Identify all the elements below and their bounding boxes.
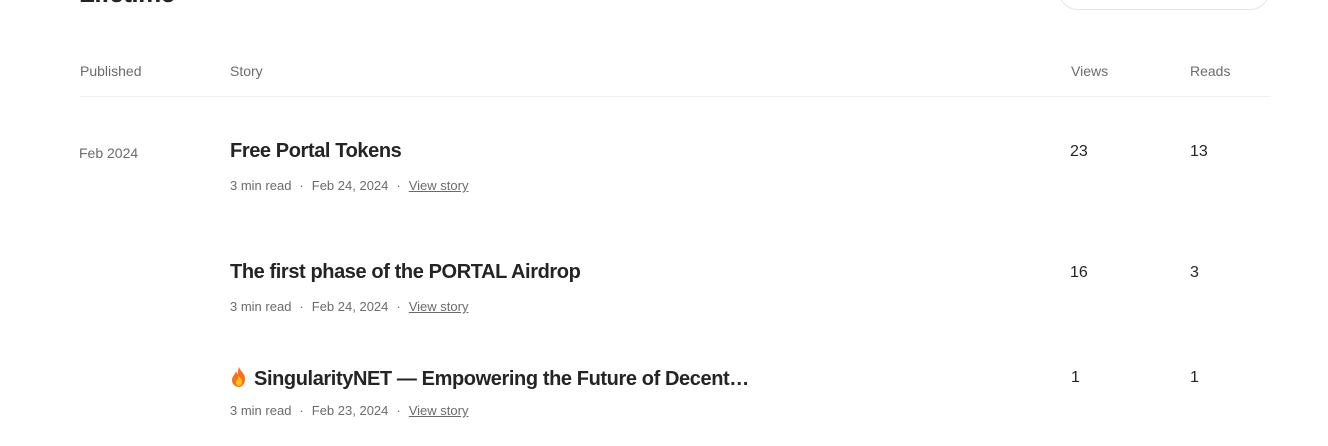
- period-selector[interactable]: [1058, 0, 1270, 10]
- page-title: Lifetime: [79, 0, 175, 9]
- read-time: 3 min read: [230, 178, 292, 193]
- fire-emoji-icon: [232, 367, 245, 387]
- published-month: Feb 2024: [79, 145, 139, 161]
- story-title[interactable]: The first phase of the PORTAL Airdrop: [230, 261, 581, 284]
- meta-separator: ·: [299, 403, 304, 418]
- story-meta: 3 min read · Feb 24, 2024 · View story: [230, 178, 468, 193]
- view-story-link[interactable]: View story: [409, 178, 469, 193]
- story-title: SingularityNET — Empowering the Future o…: [254, 368, 749, 390]
- table-row: The first phase of the PORTAL Airdrop 3 …: [0, 261, 1328, 331]
- table-row: SingularityNET — Empowering the Future o…: [0, 366, 1328, 436]
- view-story-link[interactable]: View story: [409, 403, 469, 418]
- reads-count: 13: [1190, 143, 1208, 160]
- views-count: 16: [1070, 264, 1088, 281]
- views-count: 1: [1071, 369, 1080, 386]
- header-divider: [80, 96, 1271, 97]
- reads-count: 1: [1190, 369, 1199, 386]
- table-row: Feb 2024 Free Portal Tokens 3 min read · F…: [0, 140, 1328, 210]
- column-header-story: Story: [230, 63, 263, 79]
- meta-separator: ·: [396, 178, 401, 193]
- meta-separator: ·: [396, 299, 401, 314]
- column-header-views: Views: [1071, 63, 1109, 79]
- view-story-link[interactable]: View story: [409, 299, 469, 314]
- story-title-wrapper[interactable]: SingularityNET — Empowering the Future o…: [230, 366, 749, 391]
- meta-separator: ·: [299, 299, 304, 314]
- story-title[interactable]: Free Portal Tokens: [230, 140, 402, 163]
- story-meta: 3 min read · Feb 24, 2024 · View story: [230, 299, 468, 314]
- reads-count: 3: [1190, 264, 1199, 281]
- read-time: 3 min read: [230, 403, 292, 418]
- column-header-reads: Reads: [1190, 63, 1231, 79]
- column-header-published: Published: [80, 63, 142, 79]
- story-meta: 3 min read · Feb 23, 2024 · View story: [230, 403, 468, 418]
- views-count: 23: [1070, 143, 1088, 160]
- meta-separator: ·: [396, 403, 401, 418]
- read-time: 3 min read: [230, 299, 292, 314]
- story-date: Feb 24, 2024: [311, 178, 389, 193]
- meta-separator: ·: [299, 178, 304, 193]
- story-date: Feb 24, 2024: [311, 299, 389, 314]
- story-date: Feb 23, 2024: [311, 403, 389, 418]
- table-header: Published Story Views Reads: [0, 62, 1328, 82]
